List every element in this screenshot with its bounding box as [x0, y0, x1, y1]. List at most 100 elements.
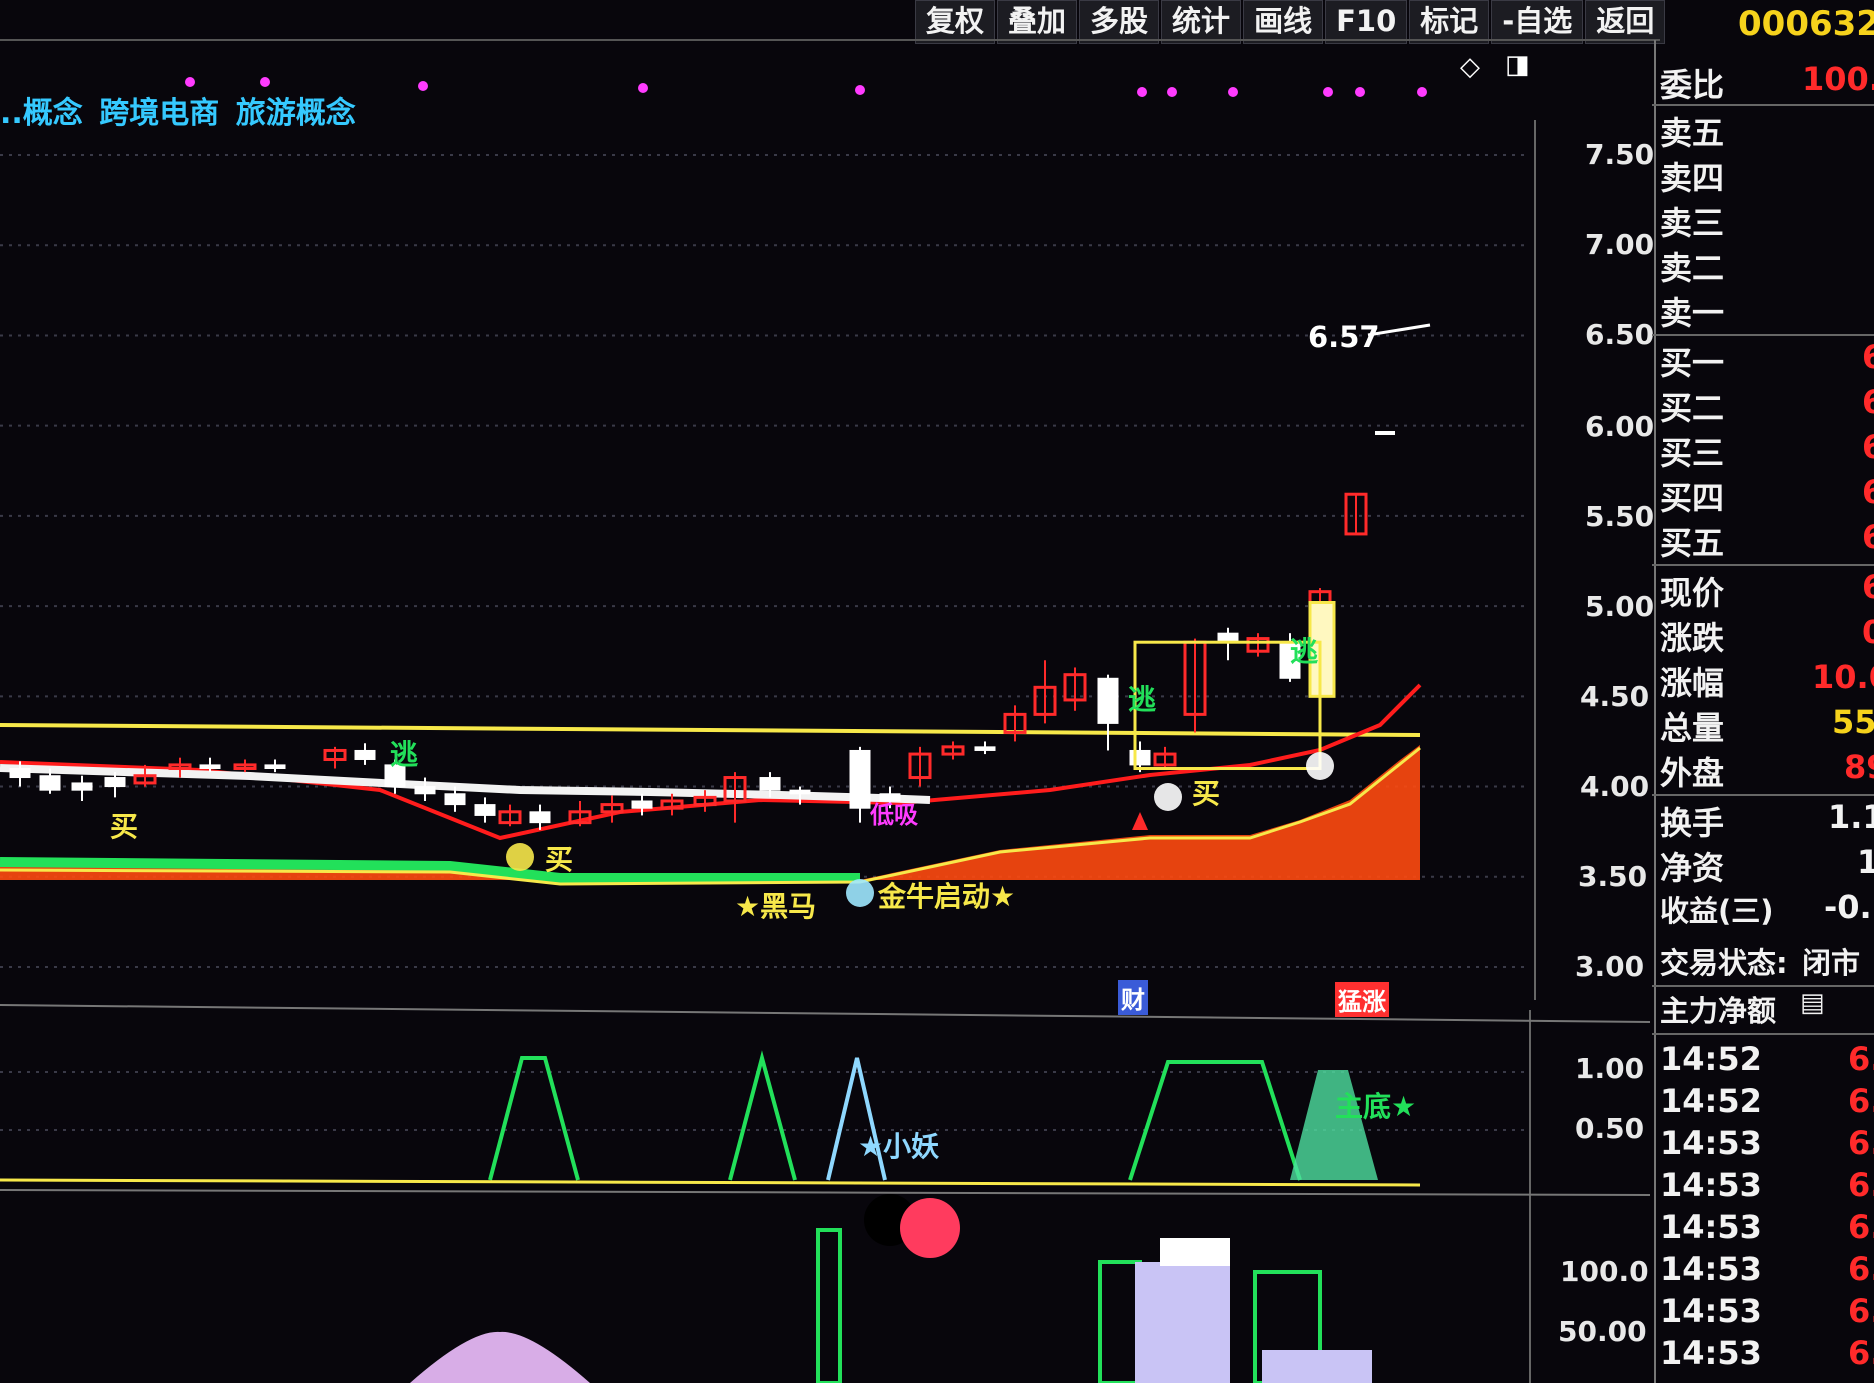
quote-label: 现价: [1660, 574, 1725, 612]
quote-value: 1: [1857, 843, 1874, 881]
indicator-peak: [728, 1050, 797, 1181]
volume-hump: [410, 1331, 590, 1383]
volume-bar: [1262, 1350, 1372, 1383]
buy-level-price: 6: [1862, 473, 1874, 511]
indicator-peak: [488, 1056, 580, 1181]
trade-status-label: 交易状态:: [1660, 946, 1788, 980]
candle-body: [974, 746, 996, 751]
event-dot: [1167, 87, 1177, 97]
price-tick: 4.00: [1580, 770, 1650, 803]
buy-level-price: 6: [1862, 383, 1874, 421]
quote-value: 0: [1862, 613, 1874, 651]
tick-time: 14:52: [1660, 1082, 1762, 1120]
quote-label: 涨幅: [1660, 664, 1725, 702]
quote-value: 553: [1832, 703, 1874, 741]
candle-body: [1097, 677, 1119, 724]
quote-value: 10.0: [1812, 658, 1874, 696]
tick-price: 6.: [1848, 1334, 1874, 1372]
buy-level: 买四: [1660, 479, 1725, 517]
indicator-tick: 0.50: [1575, 1112, 1645, 1145]
buy-level: 买三: [1660, 434, 1725, 472]
escape-signal: 逃: [1128, 683, 1157, 716]
tick-price: 6.: [1848, 1040, 1874, 1078]
ma-red-line: [0, 683, 1422, 841]
buy-signal: 买: [545, 843, 574, 876]
sell-level: 卖五: [1660, 114, 1725, 152]
sell-level: 卖一: [1660, 294, 1725, 332]
dark-horse-signal: ★黑马: [735, 890, 817, 923]
main-force-label: 主力净额: [1660, 994, 1777, 1028]
quote-label: 净资: [1660, 849, 1725, 887]
event-dot: [855, 85, 865, 95]
volume-bar: [1135, 1262, 1230, 1383]
obscured-region: [900, 1198, 960, 1258]
lowbuy-signal: 低吸: [870, 801, 918, 829]
candle-body: [529, 811, 551, 824]
candle-body: [264, 764, 286, 770]
indicator-baseline: [0, 1178, 1421, 1187]
price-tick: 3.50: [1578, 860, 1648, 893]
up-arrow-icon: [1132, 812, 1148, 830]
surge-tag[interactable]: 猛涨: [1335, 982, 1389, 1017]
quote-value: 1.1: [1828, 798, 1874, 836]
tick-time: 14:53: [1660, 1166, 1762, 1204]
price-tick: 7.00: [1585, 228, 1655, 261]
finance-tag[interactable]: 财: [1118, 980, 1148, 1015]
price-tick: 6.50: [1585, 318, 1655, 351]
indicator-peak: [1128, 1060, 1302, 1181]
golden-bull-signal: 金牛启动★: [878, 880, 1016, 913]
candle-body: [414, 786, 436, 795]
tick-time: 14:53: [1660, 1292, 1762, 1330]
candle-body: [104, 777, 126, 788]
indicator-tick: 1.00: [1575, 1052, 1645, 1085]
candle-body: [71, 782, 93, 791]
event-dot: [1323, 87, 1333, 97]
quote-label: 总量: [1660, 709, 1725, 747]
quote-label: 外盘: [1660, 754, 1725, 792]
tick-time: 14:53: [1660, 1124, 1762, 1162]
quote-value: -0.2: [1824, 888, 1874, 926]
candle-body: [474, 804, 496, 816]
tiny-demon-signal: ★小妖: [858, 1130, 940, 1163]
buy-signal: 买: [110, 810, 139, 843]
signal-marker: [506, 843, 534, 871]
high-price-marker: 6.57: [1308, 320, 1380, 354]
price-tick: 7.50: [1585, 138, 1655, 171]
bottom-signal: 主底★: [1335, 1090, 1417, 1123]
sell-level: 卖四: [1660, 159, 1725, 197]
quote-label: 涨跌: [1660, 619, 1725, 657]
price-tick: 5.50: [1585, 500, 1655, 533]
quote-label: 换手: [1660, 804, 1725, 842]
candle-body: [444, 793, 466, 806]
ratio-value: 100.: [1802, 60, 1874, 98]
event-dot: [1417, 87, 1427, 97]
trade-status-value: 闭市: [1802, 946, 1861, 980]
event-dot: [418, 81, 428, 91]
volume-bar: [816, 1228, 842, 1383]
tick-price: 6.: [1848, 1292, 1874, 1330]
price-tick: 3.00: [1575, 950, 1645, 983]
volume-tick: 50.00: [1558, 1315, 1647, 1348]
tick-time: 14:52: [1660, 1040, 1762, 1078]
price-tick: 4.50: [1580, 680, 1650, 713]
tick-price: 6.: [1848, 1208, 1874, 1246]
buy-level: 买五: [1660, 524, 1725, 562]
tick-price: 6.: [1848, 1124, 1874, 1162]
candle-body: [199, 764, 221, 770]
stock-chart-screen: 复权 叠加 多股 统计 画线 F10 标记 -自选 返回 000632 ..概念…: [0, 0, 1874, 1383]
candle-body: [354, 749, 376, 760]
event-dot: [1137, 87, 1147, 97]
tick-price: 6.: [1848, 1082, 1874, 1120]
volume-bar: [1098, 1260, 1142, 1383]
tick-time: 14:53: [1660, 1250, 1762, 1288]
ratio-label: 委比: [1660, 66, 1725, 104]
signal-marker: [1306, 752, 1334, 780]
quote-panel: 委比 100. 卖五 卖四 卖三 卖二 卖一 买一 买二 买三 买四 买五 6 …: [1652, 50, 1874, 1383]
quote-value: 89: [1844, 748, 1874, 786]
candle-body: [631, 800, 653, 809]
list-icon[interactable]: ▤: [1800, 988, 1825, 1018]
candle-body: [759, 777, 781, 791]
quote-label: 收益(三): [1660, 894, 1774, 928]
volume-tick: 100.0: [1560, 1255, 1649, 1288]
candle-body: [789, 789, 811, 795]
